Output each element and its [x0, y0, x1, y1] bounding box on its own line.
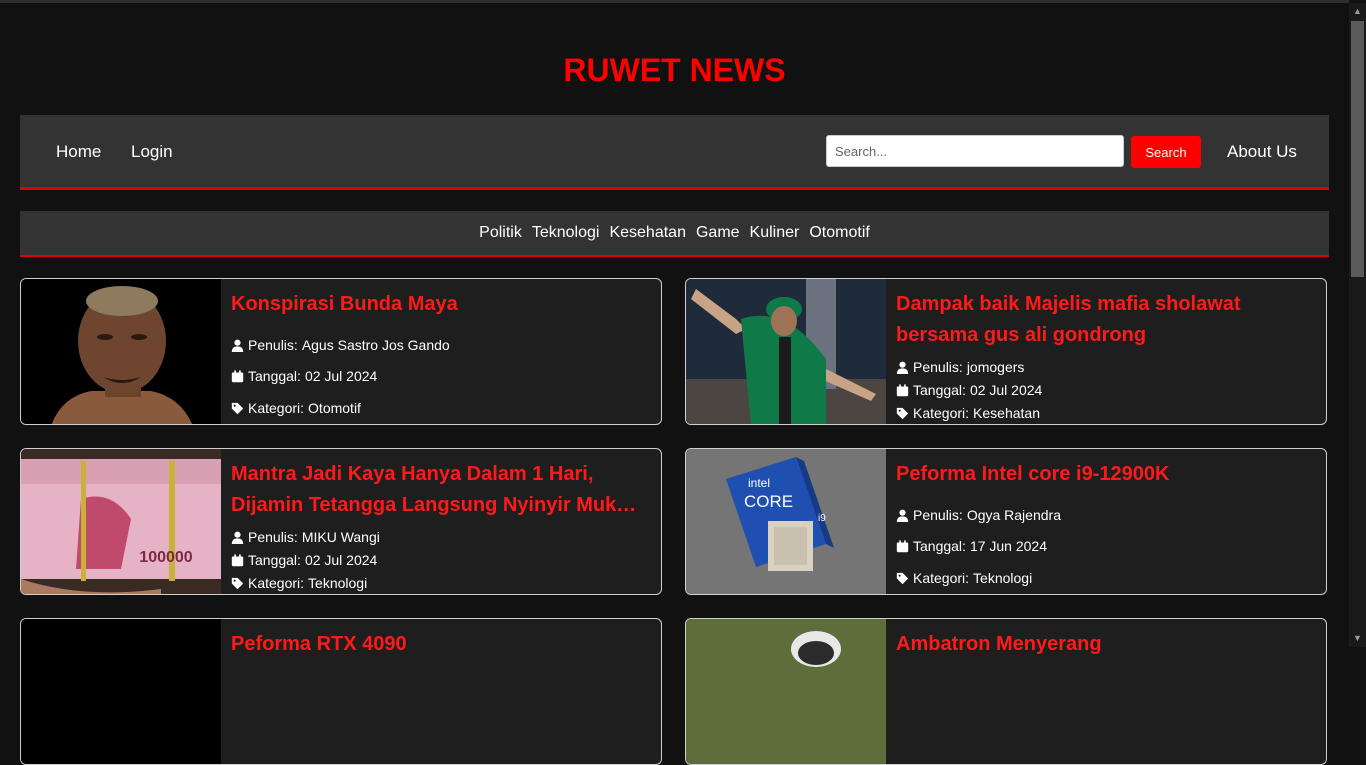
money-image: 100000 — [21, 449, 221, 594]
article-thumbnail[interactable] — [21, 279, 221, 424]
article-date: Tanggal: 02 Jul 2024 — [896, 382, 1042, 398]
category-value: Teknologi — [973, 570, 1033, 586]
category-game[interactable]: Game — [696, 224, 740, 242]
article-date: Tanggal: 02 Jul 2024 — [231, 368, 377, 384]
calendar-icon — [231, 553, 244, 566]
article-card[interactable]: 100000 Mantra Jadi Kaya Hanya Dalam 1 Ha… — [20, 448, 662, 595]
article-category: Kategori: Otomotif — [231, 400, 361, 416]
article-title[interactable]: Dampak baik Majelis mafia sholawat bersa… — [896, 289, 1306, 351]
article-category: Kategori: Kesehatan — [896, 405, 1040, 421]
vertical-scrollbar[interactable]: ▲ ▼ — [1349, 3, 1366, 647]
article-thumbnail[interactable]: intel CORE i9 — [686, 449, 886, 594]
top-border — [0, 0, 1349, 3]
article-author: Penulis: MIKU Wangi — [231, 529, 380, 545]
category-value: Kesehatan — [973, 405, 1040, 421]
article-card[interactable]: Dampak baik Majelis mafia sholawat bersa… — [685, 278, 1327, 425]
article-thumbnail[interactable] — [686, 619, 886, 764]
article-thumbnail[interactable] — [21, 619, 221, 764]
scroll-down-arrow-icon[interactable]: ▼ — [1353, 634, 1362, 643]
article-thumbnail[interactable]: 100000 — [21, 449, 221, 594]
scroll-up-arrow-icon[interactable]: ▲ — [1353, 7, 1362, 16]
performer-image — [686, 279, 886, 424]
user-icon — [231, 531, 244, 544]
date-value: 02 Jul 2024 — [304, 552, 378, 568]
date-label: Tanggal: — [248, 552, 301, 568]
cpu-box-image: intel CORE i9 — [686, 449, 886, 594]
author-label: Penulis: — [913, 507, 963, 523]
search-button[interactable]: Search — [1131, 136, 1201, 168]
article-category: Kategori: Teknologi — [896, 570, 1032, 586]
calendar-icon — [231, 369, 244, 382]
article-date: Tanggal: 17 Jun 2024 — [896, 538, 1047, 554]
article-author: Penulis: jomogers — [896, 359, 1024, 375]
author-value: jomogers — [966, 359, 1025, 375]
category-otomotif[interactable]: Otomotif — [809, 224, 869, 242]
category-value: Otomotif — [308, 400, 361, 416]
user-icon — [896, 361, 909, 374]
tag-icon — [896, 572, 909, 584]
date-value: 17 Jun 2024 — [969, 538, 1048, 554]
article-card[interactable]: Peforma RTX 4090 — [20, 618, 662, 765]
author-label: Penulis: — [913, 359, 963, 375]
article-card[interactable]: Ambatron Menyerang — [685, 618, 1327, 765]
category-label: Kategori: — [248, 575, 305, 591]
category-value: Teknologi — [308, 575, 368, 591]
category-label: Kategori: — [248, 400, 305, 416]
calendar-icon — [896, 383, 909, 396]
article-title[interactable]: Peforma RTX 4090 — [231, 629, 641, 660]
article-title[interactable]: Mantra Jadi Kaya Hanya Dalam 1 Hari, Dij… — [231, 459, 641, 521]
author-value: Ogya Rajendra — [966, 507, 1061, 523]
author-label: Penulis: — [248, 529, 298, 545]
category-label: Kategori: — [913, 570, 970, 586]
user-icon — [896, 509, 909, 522]
article-author: Penulis: Agus Sastro Jos Gando — [231, 337, 450, 353]
nav-home-link[interactable]: Home — [56, 142, 101, 162]
main-navbar: Home Login Search About Us — [20, 115, 1329, 190]
author-value: Agus Sastro Jos Gando — [301, 337, 450, 353]
user-icon — [231, 339, 244, 352]
category-kuliner[interactable]: Kuliner — [750, 224, 800, 242]
article-thumbnail[interactable] — [686, 279, 886, 424]
banknote-value: 100000 — [139, 549, 192, 566]
date-value: 02 Jul 2024 — [304, 368, 378, 384]
article-card[interactable]: intel CORE i9 Peforma Intel core i9-1290… — [685, 448, 1327, 595]
date-label: Tanggal: — [248, 368, 301, 384]
article-author: Penulis: Ogya Rajendra — [896, 507, 1061, 523]
author-label: Penulis: — [248, 337, 298, 353]
nav-login-link[interactable]: Login — [131, 142, 173, 162]
scrollbar-thumb[interactable] — [1351, 21, 1364, 277]
outdoor-image — [686, 619, 886, 764]
article-title[interactable]: Peforma Intel core i9-12900K — [896, 459, 1306, 490]
article-date: Tanggal: 02 Jul 2024 — [231, 552, 377, 568]
date-value: 02 Jul 2024 — [969, 382, 1043, 398]
tag-icon — [231, 577, 244, 589]
calendar-icon — [896, 539, 909, 552]
site-title: RUWET NEWS — [563, 52, 786, 88]
category-teknologi[interactable]: Teknologi — [532, 224, 600, 242]
category-label: Kategori: — [913, 405, 970, 421]
tag-icon — [231, 402, 244, 414]
category-bar: Politik Teknologi Kesehatan Game Kuliner… — [20, 211, 1329, 257]
author-value: MIKU Wangi — [301, 529, 380, 545]
article-title[interactable]: Ambatron Menyerang — [896, 629, 1306, 660]
article-card[interactable]: Konspirasi Bunda Maya Penulis: Agus Sast… — [20, 278, 662, 425]
search-input[interactable] — [826, 135, 1124, 167]
article-title[interactable]: Konspirasi Bunda Maya — [231, 289, 641, 320]
nav-about-link[interactable]: About Us — [1227, 142, 1297, 162]
category-politik[interactable]: Politik — [479, 224, 522, 242]
gpu-image — [21, 619, 221, 764]
cpu-core-text: CORE — [744, 492, 793, 511]
tag-icon — [896, 407, 909, 419]
date-label: Tanggal: — [913, 538, 966, 554]
article-category: Kategori: Teknologi — [231, 575, 367, 591]
cpu-model-text: i9 — [818, 513, 826, 524]
portrait-image — [21, 279, 221, 424]
date-label: Tanggal: — [913, 382, 966, 398]
category-kesehatan[interactable]: Kesehatan — [609, 224, 686, 242]
cpu-brand-text: intel — [748, 476, 770, 490]
